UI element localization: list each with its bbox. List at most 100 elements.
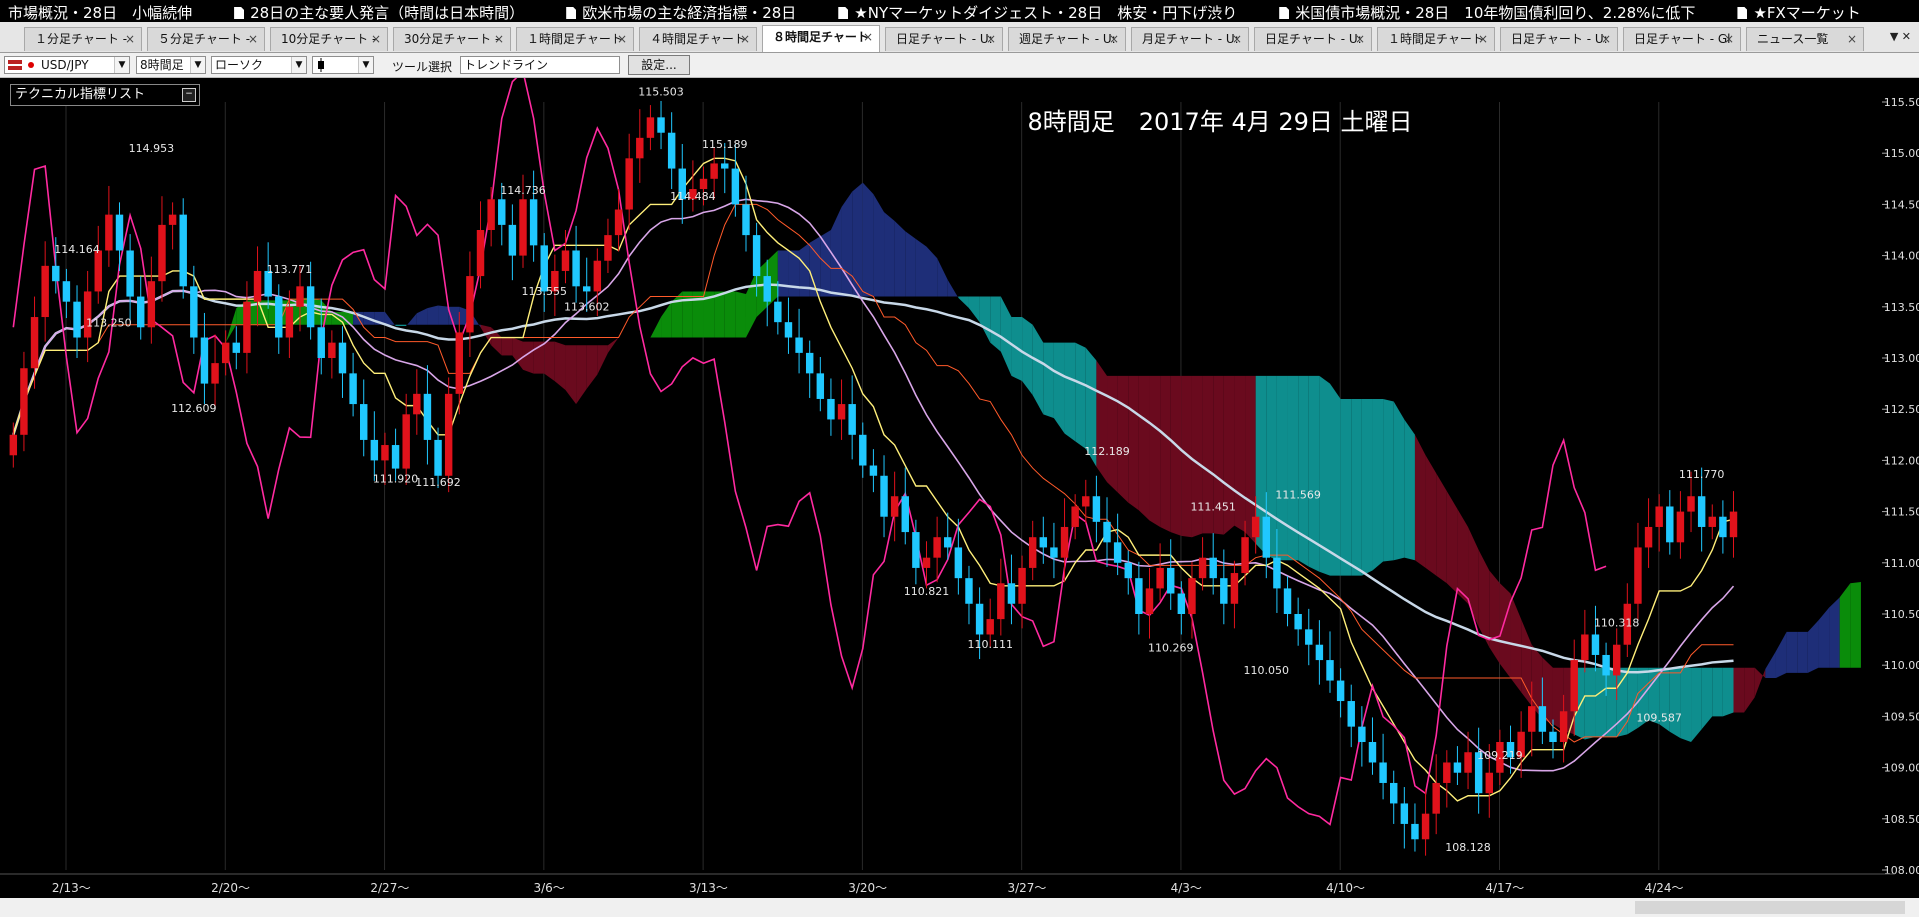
- price-label: 109.587: [1636, 711, 1682, 724]
- candle-body: [848, 404, 856, 435]
- chart-tab-bar: ▼ ✕ １分足チャート - × ５分足チャート - × 10分足チャート - × 30分足チ…: [0, 22, 1919, 53]
- news-doc-icon: [234, 7, 245, 19]
- cloud-segment: [979, 296, 991, 343]
- tab-label: ５分足チャート -: [158, 32, 251, 46]
- price-label: 112.609: [171, 402, 217, 415]
- close-tab-icon[interactable]: ×: [248, 28, 258, 50]
- minimize-icon[interactable]: −: [182, 88, 196, 102]
- settings-button[interactable]: 設定...: [628, 55, 690, 75]
- candle-body: [965, 578, 973, 604]
- chart-tab[interactable]: １分足チャート - ×: [24, 27, 142, 51]
- y-tick-label: 110.00: [1884, 659, 1919, 672]
- tab-list-controls[interactable]: ▼ ✕: [1890, 30, 1911, 43]
- close-tab-icon[interactable]: ×: [1601, 28, 1611, 50]
- tab-label: 日足チャート - U:: [1511, 32, 1608, 46]
- close-tab-icon[interactable]: ×: [740, 28, 750, 50]
- cloud-segment: [1414, 434, 1426, 568]
- chart-tab[interactable]: 日足チャート - U: ×: [885, 27, 1003, 51]
- candle-body: [1421, 813, 1430, 840]
- candle-body: [41, 265, 49, 318]
- cloud-segment: [1372, 398, 1384, 571]
- tool-select-input[interactable]: トレンドライン: [460, 56, 620, 74]
- chart-tab[interactable]: 日足チャート - Gl ×: [1623, 27, 1741, 51]
- cloud-segment: [1276, 375, 1288, 561]
- cloud-segment: [1829, 597, 1840, 668]
- price-label: 114.164: [54, 243, 100, 256]
- close-tab-icon[interactable]: ×: [371, 28, 381, 50]
- chart-tab[interactable]: ４時間足チャート ×: [639, 27, 757, 51]
- chart-tab[interactable]: １時間足チャート ×: [516, 27, 634, 51]
- close-tab-icon[interactable]: ×: [1109, 28, 1119, 50]
- ticker-item[interactable]: 市場概況・28日 小幅続伸: [0, 0, 200, 22]
- x-tick-label: 3/6～: [533, 881, 564, 895]
- close-tab-icon[interactable]: ×: [125, 28, 135, 50]
- close-tab-icon[interactable]: ×: [617, 28, 627, 50]
- chart-tab[interactable]: ニュース一覧 ×: [1746, 27, 1864, 51]
- chart-tab[interactable]: ５分足チャート - ×: [147, 27, 265, 51]
- cloud-segment: [862, 182, 874, 297]
- cloud-segment: [1478, 550, 1490, 648]
- chart-tab[interactable]: 10分足チャート - ×: [270, 27, 388, 51]
- news-ticker[interactable]: 市場概況・28日 小幅続伸 28日の主な要人発言（時間は日本時間） 欧米市場の主な経…: [0, 0, 1919, 22]
- close-tab-icon[interactable]: ×: [986, 28, 996, 50]
- cloud-segment: [1584, 667, 1596, 740]
- cloud-segment: [586, 345, 598, 389]
- price-label: 111.770: [1679, 468, 1725, 481]
- candle-body: [434, 439, 442, 476]
- candle-body: [1697, 496, 1706, 527]
- candle-body: [1389, 782, 1398, 804]
- candle-body: [1028, 537, 1037, 568]
- timeframe-select[interactable]: 8時間足 ▼: [136, 56, 206, 74]
- price-label: 111.451: [1190, 501, 1236, 514]
- ticker-item[interactable]: ★NYマーケットダイジェスト・28日 株安・円下げ渋り: [830, 0, 1245, 22]
- chart-tab[interactable]: 日足チャート - U: ×: [1500, 27, 1618, 51]
- candle-body: [62, 281, 71, 302]
- candle-body: [986, 619, 994, 635]
- cloud-segment: [1669, 667, 1681, 739]
- ticker-item[interactable]: 28日の主な要人発言（時間は日本時間）: [226, 0, 532, 22]
- candle-body: [402, 414, 410, 469]
- chart-tab[interactable]: １時間足チャート ×: [1377, 27, 1495, 51]
- candle-body: [391, 445, 400, 469]
- horizontal-scrollbar[interactable]: [0, 898, 1919, 917]
- price-chart[interactable]: 114.953 114.164 113.250 112.609 113.771 111.9…: [0, 78, 1919, 898]
- candle-body: [784, 322, 793, 338]
- close-tab-icon[interactable]: ×: [1847, 28, 1857, 50]
- cloud-segment: [1807, 620, 1819, 673]
- price-label: 111.569: [1275, 489, 1321, 502]
- cloud-segment: [1160, 375, 1171, 533]
- candle-body: [901, 496, 909, 533]
- ticker-item[interactable]: 欧米市場の主な経済指標・28日: [558, 0, 804, 22]
- cloud-segment: [1839, 583, 1851, 668]
- close-tab-icon[interactable]: ×: [1355, 28, 1365, 50]
- tab-label: 日足チャート - Gl: [1634, 32, 1731, 46]
- candle-body: [519, 199, 527, 256]
- candle-body: [423, 393, 432, 440]
- chart-style-value: ローソク: [215, 58, 264, 72]
- cloud-segment: [576, 345, 587, 405]
- close-tab-icon[interactable]: ×: [1232, 28, 1242, 50]
- chart-tab[interactable]: 30分足チャート - ×: [393, 27, 511, 51]
- candle-body: [1538, 706, 1547, 732]
- scrollbar-thumb[interactable]: [1635, 901, 1905, 914]
- chart-style-select[interactable]: ローソク ▼: [211, 56, 307, 74]
- tab-label: 日足チャート - U:: [1265, 32, 1362, 46]
- candle-body: [1209, 557, 1217, 579]
- close-tab-icon[interactable]: ×: [863, 26, 873, 48]
- close-tab-icon[interactable]: ×: [1724, 28, 1734, 50]
- close-tab-icon[interactable]: ×: [494, 28, 504, 50]
- candle-body: [710, 163, 718, 179]
- candle-color-select[interactable]: ▼: [312, 56, 374, 74]
- indicator-list-panel[interactable]: テクニカル指標リスト −: [10, 84, 200, 106]
- chart-tab[interactable]: 月足チャート - U: ×: [1131, 27, 1249, 51]
- chart-tab[interactable]: ８時間足チャート ×: [762, 25, 880, 52]
- chart-toolbar: USD/JPY ▼ 8時間足 ▼ ローソク ▼ ▼ ツール選択 トレンドライン …: [0, 53, 1919, 78]
- cloud-segment: [873, 194, 885, 297]
- cloud-segment: [1053, 342, 1065, 434]
- chart-tab[interactable]: 週足チャート - U: ×: [1008, 27, 1126, 51]
- chart-tab[interactable]: 日足チャート - U: ×: [1254, 27, 1372, 51]
- symbol-select[interactable]: USD/JPY ▼: [4, 56, 130, 74]
- ticker-item[interactable]: 米国債市場概況・28日 10年物国債利回り、2.28%に低下: [1271, 0, 1703, 22]
- ticker-item[interactable]: ★FXマーケット: [1729, 0, 1868, 22]
- close-tab-icon[interactable]: ×: [1478, 28, 1488, 50]
